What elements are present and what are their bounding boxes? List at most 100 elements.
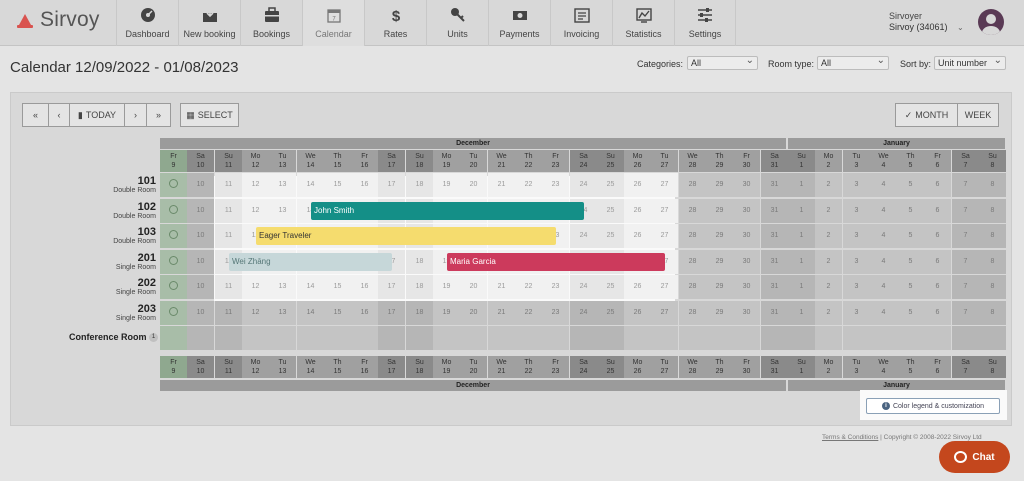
calendar-cell[interactable]	[460, 326, 487, 350]
calendar-cell[interactable]: 1	[788, 275, 815, 299]
calendar-cell[interactable]: 5	[897, 224, 924, 248]
calendar-cell[interactable]: 12	[242, 199, 269, 223]
calendar-cell[interactable]	[160, 301, 187, 325]
calendar-cell[interactable]: 8	[979, 250, 1006, 274]
calendar-cell[interactable]: 28	[679, 301, 706, 325]
calendar-cell[interactable]: 25	[597, 173, 624, 197]
calendar-cell[interactable]: 29	[706, 199, 733, 223]
calendar-cell[interactable]: 16	[351, 173, 378, 197]
calendar-cell[interactable]: 29	[706, 301, 733, 325]
calendar-cell[interactable]	[269, 326, 296, 350]
calendar-cell[interactable]: 31	[761, 275, 788, 299]
calendar-cell[interactable]: 21	[488, 173, 515, 197]
nav-rates[interactable]: $ Rates	[364, 0, 426, 46]
categories-select[interactable]: All	[687, 55, 758, 70]
next-button[interactable]: ›	[124, 103, 147, 127]
calendar-cell[interactable]: 18	[406, 250, 433, 274]
calendar-cell[interactable]: 4	[870, 275, 897, 299]
user-menu[interactable]: Sirvoyer Sirvoy (34061) ⌄	[889, 11, 964, 33]
calendar-cell[interactable]: 31	[761, 224, 788, 248]
nav-invoicing[interactable]: Invoicing	[550, 0, 612, 46]
week-view-button[interactable]: WEEK	[957, 103, 999, 127]
calendar-cell[interactable]: 13	[269, 199, 296, 223]
calendar-cell[interactable]	[160, 224, 187, 248]
calendar-cell[interactable]	[324, 326, 351, 350]
calendar-cell[interactable]: 6	[924, 275, 951, 299]
calendar-cell[interactable]: 2	[815, 199, 842, 223]
calendar-cell[interactable]: 28	[679, 173, 706, 197]
calendar-cell[interactable]: 25	[597, 224, 624, 248]
calendar-cell[interactable]: 25	[597, 199, 624, 223]
nav-settings[interactable]: Settings	[674, 0, 736, 46]
calendar-cell[interactable]: 22	[515, 275, 542, 299]
room-type-select[interactable]: All	[817, 55, 889, 70]
calendar-cell[interactable]: 2	[815, 301, 842, 325]
calendar-cell[interactable]: 31	[761, 173, 788, 197]
calendar-cell[interactable]: 2	[815, 224, 842, 248]
previous-button[interactable]: ‹	[48, 103, 70, 127]
calendar-cell[interactable]: 14	[297, 173, 324, 197]
calendar-cell[interactable]	[570, 326, 597, 350]
calendar-cell[interactable]: 4	[870, 173, 897, 197]
select-button[interactable]: ▦ SELECT	[180, 103, 239, 127]
calendar-cell[interactable]: 5	[897, 275, 924, 299]
calendar-cell[interactable]: 27	[651, 275, 678, 299]
calendar-cell[interactable]: 6	[924, 173, 951, 197]
calendar-cell[interactable]: 5	[897, 250, 924, 274]
calendar-cell[interactable]: 3	[843, 224, 870, 248]
calendar-cell[interactable]: 11	[215, 301, 242, 325]
calendar-cell[interactable]: 30	[733, 224, 760, 248]
calendar-cell[interactable]: 7	[952, 173, 979, 197]
nav-calendar[interactable]: 7 Calendar	[302, 0, 364, 46]
calendar-cell[interactable]: 2	[815, 173, 842, 197]
calendar-cell[interactable]	[979, 326, 1006, 350]
calendar-cell[interactable]: 8	[979, 173, 1006, 197]
booking-bar[interactable]: Eager Traveler	[256, 227, 556, 245]
calendar-cell[interactable]: 29	[706, 173, 733, 197]
calendar-cell[interactable]: 15	[324, 275, 351, 299]
calendar-cell[interactable]: 27	[651, 199, 678, 223]
calendar-cell[interactable]: 23	[542, 275, 569, 299]
calendar-cell[interactable]: 18	[406, 173, 433, 197]
calendar-cell[interactable]: 10	[187, 199, 214, 223]
calendar-cell[interactable]: 1	[788, 250, 815, 274]
calendar-cell[interactable]: 4	[870, 199, 897, 223]
calendar-cell[interactable]: 5	[897, 173, 924, 197]
color-legend-button[interactable]: i Color legend & customization	[866, 398, 1000, 414]
calendar-cell[interactable]	[597, 326, 624, 350]
calendar-cell[interactable]: 23	[542, 173, 569, 197]
month-view-button[interactable]: ✓ MONTH	[895, 103, 958, 127]
calendar-cell[interactable]: 5	[897, 301, 924, 325]
calendar-cell[interactable]: 28	[679, 275, 706, 299]
calendar-cell[interactable]: 27	[651, 173, 678, 197]
calendar-cell[interactable]: 22	[515, 301, 542, 325]
calendar-cell[interactable]: 30	[733, 173, 760, 197]
calendar-cell[interactable]: 10	[187, 173, 214, 197]
nav-new-booking[interactable]: New booking	[178, 0, 240, 46]
calendar-cell[interactable]: 31	[761, 199, 788, 223]
calendar-cell[interactable]: 29	[706, 224, 733, 248]
calendar-cell[interactable]: 12	[242, 301, 269, 325]
calendar-cell[interactable]: 3	[843, 199, 870, 223]
calendar-cell[interactable]: 11	[215, 224, 242, 248]
calendar-cell[interactable]	[515, 326, 542, 350]
calendar-cell[interactable]: 31	[761, 250, 788, 274]
nav-bookings[interactable]: Bookings	[240, 0, 302, 46]
nav-units[interactable]: Units	[426, 0, 488, 46]
calendar-cell[interactable]: 11	[215, 173, 242, 197]
calendar-cell[interactable]: 6	[924, 224, 951, 248]
chat-button[interactable]: Chat	[939, 441, 1010, 473]
calendar-cell[interactable]: 24	[570, 173, 597, 197]
calendar-cell[interactable]	[215, 326, 242, 350]
calendar-cell[interactable]: 26	[624, 173, 651, 197]
calendar-cell[interactable]: 17	[378, 173, 405, 197]
calendar-cell[interactable]: 29	[706, 275, 733, 299]
calendar-cell[interactable]: 25	[597, 301, 624, 325]
calendar-cell[interactable]: 10	[187, 250, 214, 274]
calendar-cell[interactable]: 1	[788, 199, 815, 223]
calendar-cell[interactable]: 10	[187, 301, 214, 325]
calendar-cell[interactable]: 26	[624, 301, 651, 325]
calendar-cell[interactable]	[924, 326, 951, 350]
calendar-cell[interactable]: 19	[433, 301, 460, 325]
calendar-cell[interactable]	[870, 326, 897, 350]
